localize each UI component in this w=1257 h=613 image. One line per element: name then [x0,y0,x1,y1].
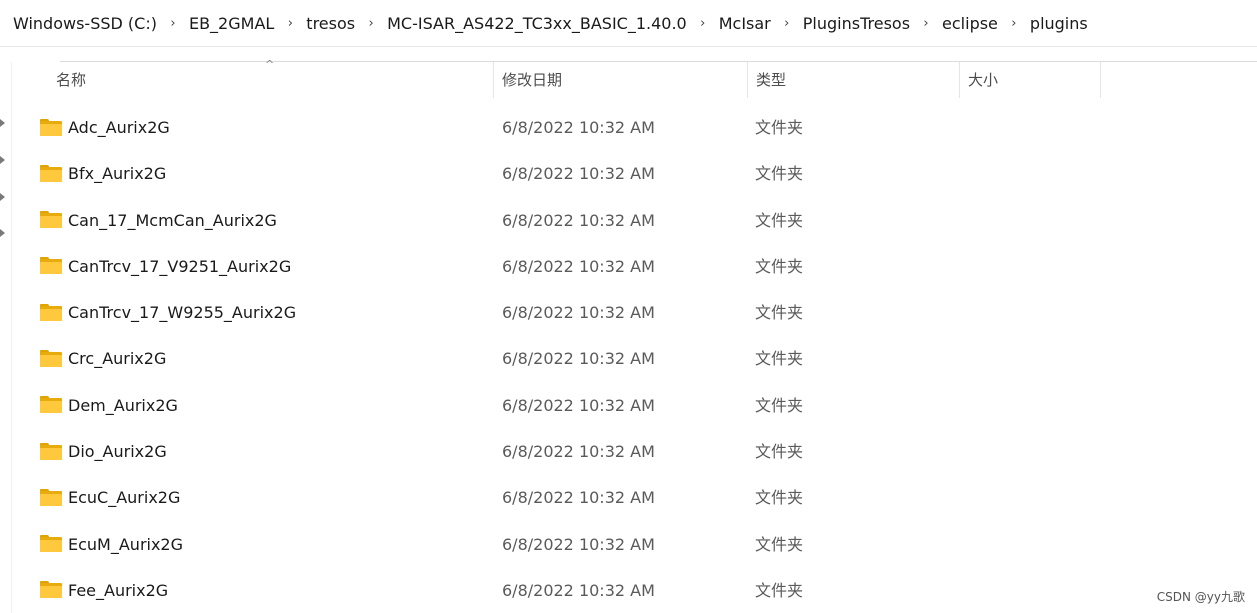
breadcrumb-mcisar[interactable]: McIsar [717,14,773,33]
file-name-cell: CanTrcv_17_W9255_Aurix2G [40,290,296,336]
folder-icon [40,303,62,321]
breadcrumb-mc-isar[interactable]: MC-ISAR_AS422_TC3xx_BASIC_1.40.0 [385,14,689,33]
file-date: 6/8/2022 10:32 AM [502,256,655,276]
list-item[interactable]: Dem_Aurix2G 6/8/2022 10:32 AM 文件夹 [0,383,1257,429]
list-item[interactable]: Bfx_Aurix2G 6/8/2022 10:32 AM 文件夹 [0,151,1257,197]
folder-icon [40,581,62,599]
file-name-cell: Dem_Aurix2G [40,383,178,429]
column-header-size[interactable]: 大小 [960,62,1100,98]
file-name: Crc_Aurix2G [68,349,167,369]
file-name: Dio_Aurix2G [68,442,167,462]
file-type: 文件夹 [755,580,804,600]
breadcrumb-tresos[interactable]: tresos [304,14,357,33]
list-item[interactable]: Fee_Aurix2G 6/8/2022 10:32 AM 文件夹 [0,568,1257,613]
file-name-cell: Dio_Aurix2G [40,429,167,475]
breadcrumb-separator-icon[interactable]: › [912,16,940,31]
file-type: 文件夹 [755,118,804,137]
address-bar-divider [0,46,1257,47]
list-item[interactable]: EcuC_Aurix2G 6/8/2022 10:32 AM 文件夹 [0,475,1257,521]
file-name: EcuC_Aurix2G [68,488,181,508]
file-name: CanTrcv_17_V9251_Aurix2G [68,256,292,276]
list-item[interactable]: CanTrcv_17_W9255_Aurix2G 6/8/2022 10:32 … [0,290,1257,336]
breadcrumb-separator-icon[interactable]: › [357,16,385,31]
column-header-name[interactable]: 名称 [48,62,494,98]
file-name-cell: Bfx_Aurix2G [40,151,166,197]
breadcrumb-pluginstresos[interactable]: PluginsTresos [801,14,912,33]
folder-icon [40,349,62,367]
breadcrumb-separator-icon[interactable]: › [1000,16,1028,31]
file-date: 6/8/2022 10:32 AM [502,118,655,137]
file-date: 6/8/2022 10:32 AM [502,534,655,554]
list-item[interactable]: EcuM_Aurix2G 6/8/2022 10:32 AM 文件夹 [0,522,1257,568]
folder-icon [40,535,62,553]
file-type: 文件夹 [755,395,804,415]
folder-icon [40,211,62,229]
file-explorer-window: Windows-SSD (C:) › EB_2GMAL › tresos › M… [0,0,1257,613]
file-name: EcuM_Aurix2G [68,534,184,554]
folder-icon [40,164,62,182]
folder-icon [40,118,62,136]
file-name-cell: Can_17_McmCan_Aurix2G [40,198,277,244]
file-date: 6/8/2022 10:32 AM [502,210,655,230]
breadcrumb-plugins[interactable]: plugins [1028,14,1090,33]
file-name: CanTrcv_17_W9255_Aurix2G [68,303,297,323]
file-type: 文件夹 [755,210,804,230]
list-item[interactable]: CanTrcv_17_V9251_Aurix2G 6/8/2022 10:32 … [0,244,1257,290]
file-date: 6/8/2022 10:32 AM [502,488,655,508]
file-type: 文件夹 [755,349,804,369]
file-list: Adc_Aurix2G 6/8/2022 10:32 AM 文件夹 Bfx_Au… [0,105,1257,613]
file-type: 文件夹 [755,256,804,276]
file-date: 6/8/2022 10:32 AM [502,580,655,600]
file-date: 6/8/2022 10:32 AM [502,303,655,323]
file-date: 6/8/2022 10:32 AM [502,349,655,369]
column-header-type[interactable]: 类型 [748,62,959,98]
watermark: CSDN @yy九歌 [1156,590,1245,604]
breadcrumb-separator-icon[interactable]: › [689,16,717,31]
file-name-cell: EcuM_Aurix2G [40,522,183,568]
file-name: Adc_Aurix2G [68,118,170,137]
file-type: 文件夹 [755,534,804,554]
file-date: 6/8/2022 10:32 AM [502,442,655,462]
file-type: 文件夹 [755,488,804,508]
breadcrumb-separator-icon[interactable]: › [773,16,801,31]
file-type: 文件夹 [755,164,804,184]
file-name-cell: CanTrcv_17_V9251_Aurix2G [40,244,291,290]
file-type: 文件夹 [755,303,804,323]
file-name-cell: Crc_Aurix2G [40,336,166,382]
folder-icon [40,257,62,275]
column-header-date[interactable]: 修改日期 [494,62,747,98]
breadcrumb-eclipse[interactable]: eclipse [940,14,1000,33]
column-divider[interactable] [1100,62,1101,98]
file-name: Dem_Aurix2G [68,395,178,415]
list-item[interactable]: Dio_Aurix2G 6/8/2022 10:32 AM 文件夹 [0,429,1257,475]
folder-icon [40,442,62,460]
file-name: Can_17_McmCan_Aurix2G [68,210,277,230]
breadcrumb-eb-2gmal[interactable]: EB_2GMAL [187,14,276,33]
breadcrumb-drive[interactable]: Windows-SSD (C:) [11,14,159,33]
file-name-cell: Fee_Aurix2G [40,568,168,613]
breadcrumb-separator-icon[interactable]: › [159,16,187,31]
list-item[interactable]: Can_17_McmCan_Aurix2G 6/8/2022 10:32 AM … [0,198,1257,244]
list-item[interactable]: Crc_Aurix2G 6/8/2022 10:32 AM 文件夹 [0,336,1257,382]
file-name-cell: EcuC_Aurix2G [40,475,180,521]
breadcrumb-separator-icon[interactable]: › [276,16,304,31]
file-name: Bfx_Aurix2G [68,164,167,184]
file-date: 6/8/2022 10:32 AM [502,395,655,415]
file-name-cell: Adc_Aurix2G [40,105,170,151]
folder-icon [40,396,62,414]
folder-icon [40,488,62,506]
column-headers: 名称 修改日期 类型 大小 [0,62,1257,98]
file-name: Fee_Aurix2G [68,580,169,600]
file-date: 6/8/2022 10:32 AM [502,164,655,184]
file-type: 文件夹 [755,442,804,462]
breadcrumb[interactable]: Windows-SSD (C:) › EB_2GMAL › tresos › M… [0,0,1257,46]
list-item[interactable]: Adc_Aurix2G 6/8/2022 10:32 AM 文件夹 [0,105,1257,151]
